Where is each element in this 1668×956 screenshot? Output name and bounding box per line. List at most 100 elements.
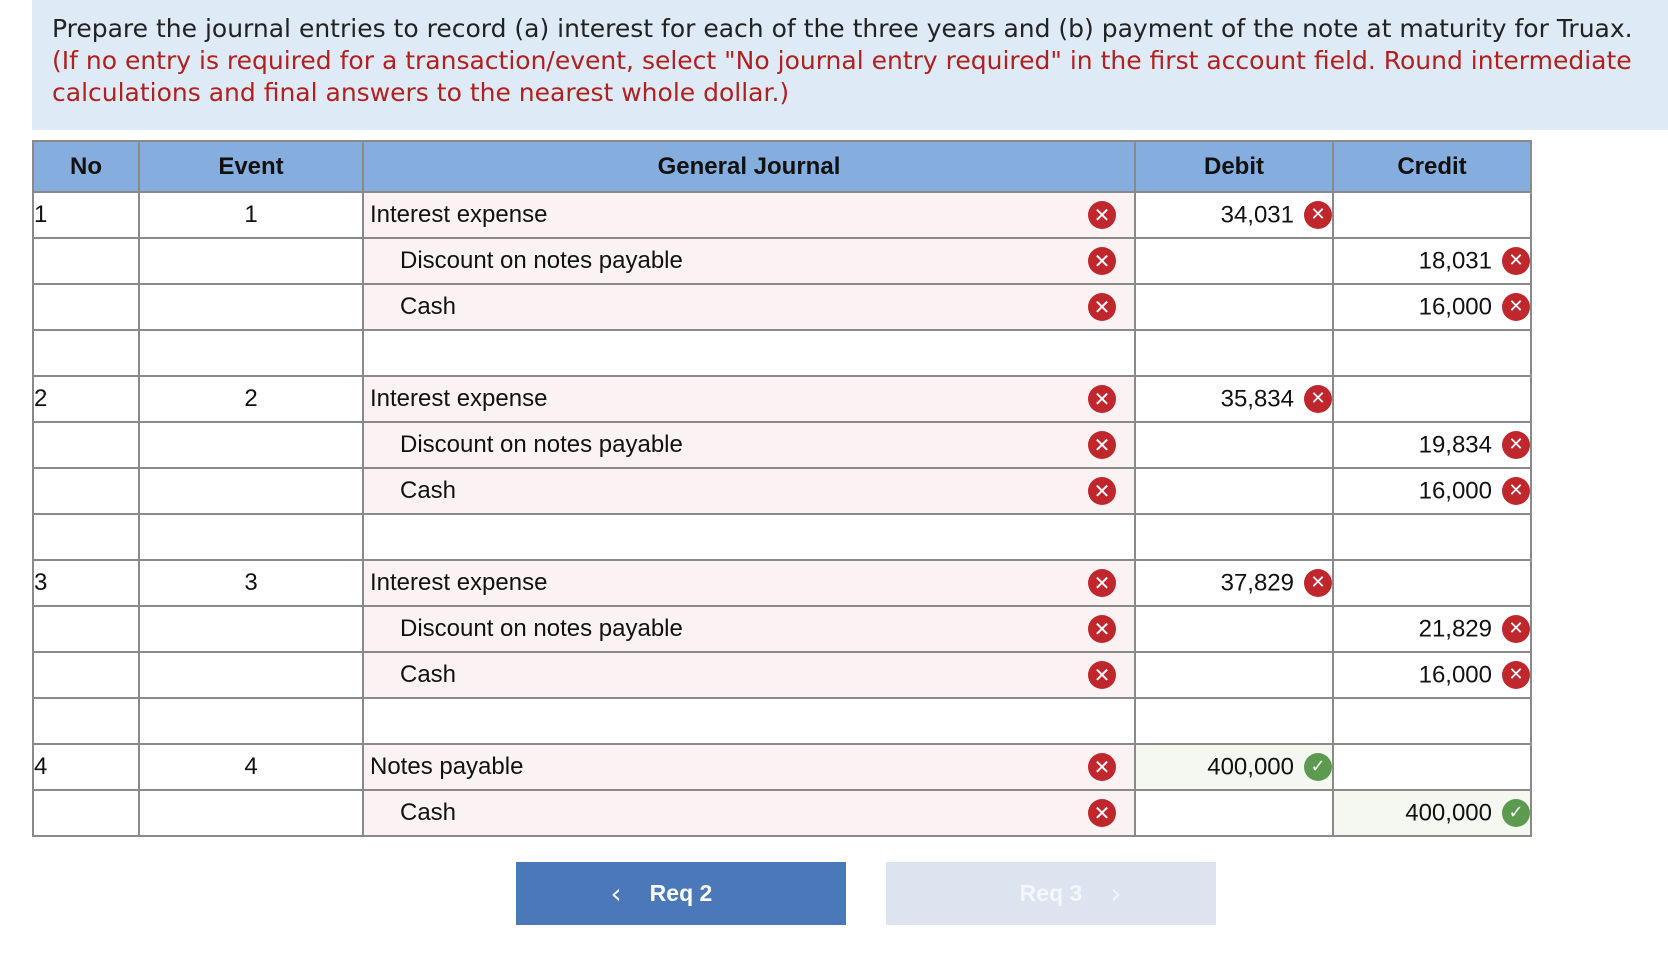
table-row: Cash ✕ 16,000 ✕ [32,651,1532,699]
header-general-journal: General Journal [362,140,1136,193]
table-row: 2 2 Interest expense ✕ 35,834 ✕ [32,375,1532,423]
account-field[interactable] [362,329,1136,377]
row-no: 3 [32,559,140,607]
debit-field[interactable] [1134,513,1334,561]
credit-field[interactable] [1332,375,1532,423]
x-circle-icon: ✕ [1304,201,1332,230]
account-field[interactable]: Interest expense ✕ [362,559,1136,607]
account-field[interactable]: Interest expense ✕ [362,375,1136,423]
req-2-label: Req 2 [649,880,713,906]
debit-field[interactable]: 37,829 ✕ [1134,559,1334,607]
account-field[interactable]: Discount on notes payable ✕ [362,605,1136,653]
row-event [138,513,364,561]
account-field[interactable]: Cash ✕ [362,789,1136,837]
row-no [32,329,140,377]
credit-amount: 400,000 [1405,799,1492,827]
credit-amount: 18,031 [1418,247,1492,275]
account-field[interactable]: Notes payable ✕ [362,743,1136,791]
req-3-button[interactable]: › Req 3 › [886,862,1216,925]
x-circle-icon: ✕ [1304,569,1332,598]
account-name: Discount on notes payable [400,247,683,274]
account-field[interactable]: Interest expense ✕ [362,191,1136,239]
credit-field[interactable] [1332,329,1532,377]
row-no [32,421,140,469]
instructions-text: Prepare the journal entries to record (a… [52,14,1633,43]
x-circle-icon: ✕ [1088,569,1116,597]
credit-field[interactable]: 16,000 ✕ [1332,283,1532,331]
account-name: Cash [400,293,457,320]
account-name: Interest expense [370,569,548,596]
row-no [32,283,140,331]
account-field[interactable]: Cash ✕ [362,283,1136,331]
account-field[interactable]: Discount on notes payable ✕ [362,237,1136,285]
credit-amount: 16,000 [1418,293,1492,321]
debit-field[interactable] [1134,329,1334,377]
row-event [138,421,364,469]
account-field[interactable] [362,697,1136,745]
req-3-label: Req 3 [1019,880,1083,906]
debit-field[interactable] [1134,697,1334,745]
debit-amount: 37,829 [1220,569,1294,597]
x-circle-icon: ✕ [1088,799,1116,827]
row-event [138,283,364,331]
x-circle-icon: ✕ [1304,385,1332,414]
table-row [32,329,1532,377]
debit-field[interactable]: 400,000 ✓ [1134,743,1334,791]
x-circle-icon: ✕ [1502,615,1530,644]
account-name: Notes payable [370,753,524,780]
row-event: 4 [138,743,364,791]
chevron-left-icon: ‹ [610,877,622,910]
table-row [32,697,1532,745]
table-row: Discount on notes payable ✕ 19,834 ✕ [32,421,1532,469]
debit-field[interactable] [1134,651,1334,699]
table-row: 1 1 Interest expense ✕ 34,031 ✕ [32,191,1532,239]
debit-field[interactable] [1134,789,1334,837]
credit-field[interactable]: 18,031 ✕ [1332,237,1532,285]
credit-field[interactable] [1332,697,1532,745]
credit-field[interactable] [1332,513,1532,561]
row-event [138,237,364,285]
credit-field[interactable] [1332,191,1532,239]
row-no [32,789,140,837]
account-field[interactable] [362,513,1136,561]
row-no: 1 [32,191,140,239]
x-circle-icon: ✕ [1088,201,1116,229]
debit-field[interactable]: 34,031 ✕ [1134,191,1334,239]
credit-field[interactable]: 16,000 ✕ [1332,651,1532,699]
row-no [32,651,140,699]
credit-field[interactable]: 16,000 ✕ [1332,467,1532,515]
req-2-button[interactable]: ‹ Req 2 ‹ [516,862,846,925]
row-no [32,697,140,745]
credit-amount: 19,834 [1418,431,1492,459]
debit-field[interactable] [1134,421,1334,469]
debit-field[interactable] [1134,467,1334,515]
x-circle-icon: ✕ [1088,477,1116,505]
credit-field[interactable] [1332,559,1532,607]
check-circle-icon: ✓ [1304,753,1332,782]
table-row: Discount on notes payable ✕ 18,031 ✕ [32,237,1532,285]
account-name: Interest expense [370,201,548,228]
credit-field[interactable]: 19,834 ✕ [1332,421,1532,469]
debit-field[interactable] [1134,237,1334,285]
table-row [32,513,1532,561]
account-field[interactable]: Cash ✕ [362,651,1136,699]
credit-amount: 16,000 [1418,477,1492,505]
debit-field[interactable] [1134,605,1334,653]
credit-field[interactable]: 400,000 ✓ [1332,789,1532,837]
account-name: Cash [400,799,457,826]
account-field[interactable]: Cash ✕ [362,467,1136,515]
account-field[interactable]: Discount on notes payable ✕ [362,421,1136,469]
row-no [32,467,140,515]
account-name: Cash [400,477,457,504]
row-no: 2 [32,375,140,423]
general-journal-table: No Event General Journal Debit Credit 11… [32,140,1532,837]
debit-field[interactable] [1134,283,1334,331]
credit-field[interactable]: 21,829 ✕ [1332,605,1532,653]
debit-field[interactable]: 35,834 ✕ [1134,375,1334,423]
x-circle-icon: ✕ [1088,661,1116,689]
debit-amount: 34,031 [1220,201,1294,229]
chevron-right-icon: › [1110,877,1122,910]
row-no: 4 [32,743,140,791]
row-event [138,329,364,377]
credit-field[interactable] [1332,743,1532,791]
